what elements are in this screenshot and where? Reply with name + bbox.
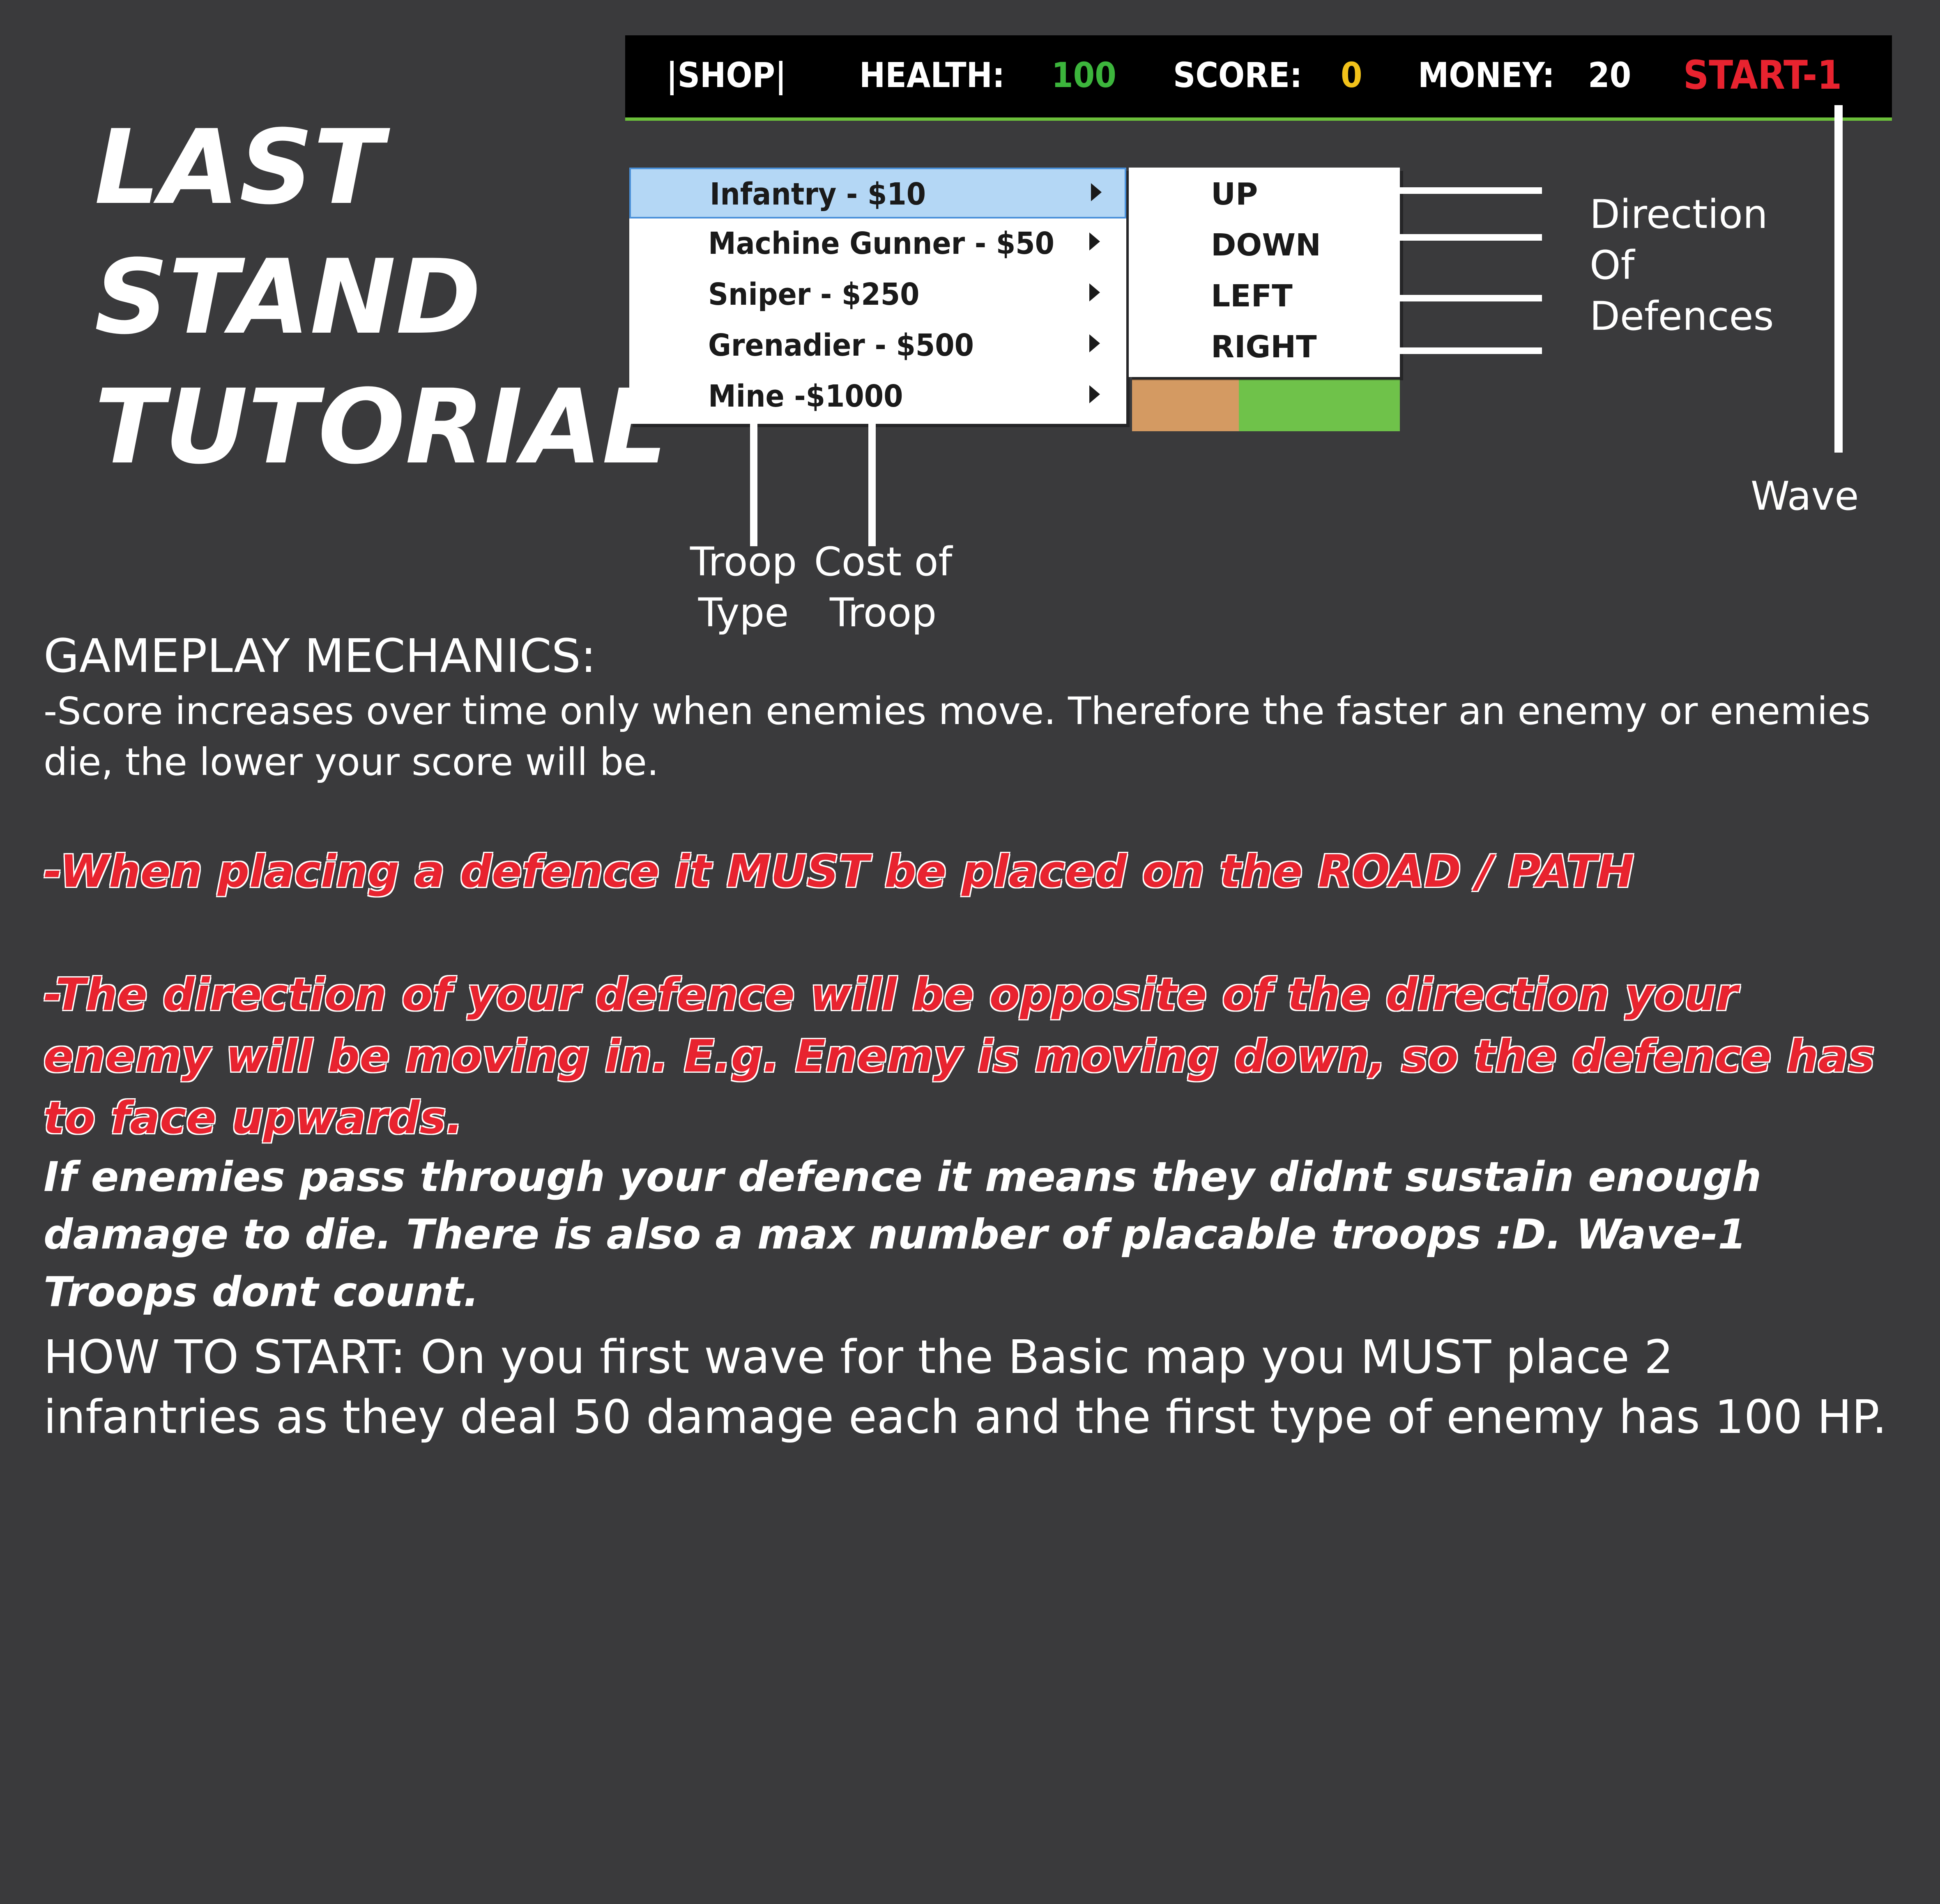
- connector-line: [1400, 295, 1542, 301]
- connector-line: [1400, 347, 1542, 354]
- hud-bar: |SHOP| HEALTH: 100 SCORE: 0 MONEY: 20 ST…: [625, 35, 1892, 121]
- menu-item-machine-gunner[interactable]: Machine Gunner - $50: [629, 218, 1126, 269]
- health-value: 100: [1052, 55, 1116, 95]
- submenu-arrow-icon: [1091, 183, 1102, 201]
- score-label: SCORE:: [1173, 55, 1303, 95]
- menu-item-label: Sniper - $250: [708, 277, 920, 312]
- health-label: HEALTH:: [859, 55, 1005, 95]
- wave-annotation: Wave: [1751, 473, 1859, 519]
- pass-through-note: If enemies pass through your defence it …: [44, 1153, 1762, 1316]
- start-wave-button[interactable]: START-1: [1683, 53, 1842, 98]
- troop-type-annotation: Troop Type: [682, 536, 805, 638]
- direction-annotation: Direction Of Defences: [1590, 189, 1774, 342]
- menu-item-label: Grenadier - $500: [708, 328, 974, 363]
- submenu-arrow-icon: [1089, 385, 1100, 403]
- annotation-line: Troop: [690, 539, 797, 585]
- connector-line: [1400, 234, 1542, 241]
- annotation-line: Of: [1590, 242, 1635, 288]
- title-line-2: STAND: [94, 237, 481, 357]
- title-line-1: LAST: [94, 108, 384, 227]
- how-to-start: HOW TO START: On you first wave for the …: [44, 1331, 1887, 1444]
- cost-annotation: Cost of Troop: [813, 536, 953, 638]
- direction-left[interactable]: LEFT: [1211, 278, 1293, 315]
- menu-item-label: Machine Gunner - $50: [708, 226, 1054, 261]
- money-label: MONEY:: [1418, 55, 1555, 95]
- connector-line: [868, 423, 876, 546]
- direction-submenu: UP DOWN LEFT RIGHT: [1129, 168, 1400, 377]
- direction-right[interactable]: RIGHT: [1211, 329, 1317, 366]
- connector-line: [1400, 187, 1542, 194]
- map-tile-dirt: [1132, 379, 1239, 431]
- score-note: -Score increases over time only when ene…: [44, 689, 1871, 784]
- score-value: 0: [1341, 55, 1362, 95]
- menu-item-mine[interactable]: Mine -$1000: [629, 371, 1126, 422]
- annotation-line: Type: [698, 590, 789, 636]
- tutorial-title: LAST STAND TUTORIAL: [94, 103, 667, 492]
- shop-button[interactable]: |SHOP|: [666, 53, 787, 98]
- annotation-line: Troop: [829, 590, 937, 636]
- submenu-arrow-icon: [1089, 334, 1100, 352]
- annotation-line: Defences: [1590, 293, 1774, 339]
- menu-item-grenadier[interactable]: Grenadier - $500: [629, 320, 1126, 371]
- annotation-line: Direction: [1590, 191, 1768, 237]
- menu-item-sniper[interactable]: Sniper - $250: [629, 269, 1126, 320]
- connector-line: [750, 423, 757, 546]
- mechanics-heading: GAMEPLAY MECHANICS:: [44, 630, 596, 683]
- annotation-line: Cost of: [814, 539, 953, 585]
- connector-line: [1834, 105, 1843, 453]
- shop-menu: Infantry - $10 Machine Gunner - $50 Snip…: [629, 168, 1126, 424]
- menu-item-infantry[interactable]: Infantry - $10: [629, 168, 1126, 218]
- placement-rule: -When placing a defence it MUST be place…: [44, 846, 1634, 897]
- direction-down[interactable]: DOWN: [1211, 227, 1321, 264]
- direction-up[interactable]: UP: [1211, 176, 1258, 213]
- title-line-3: TUTORIAL: [94, 367, 667, 487]
- submenu-arrow-icon: [1089, 232, 1100, 251]
- direction-rule: -The direction of your defence will be o…: [44, 969, 1875, 1144]
- menu-item-label: Mine -$1000: [708, 379, 903, 414]
- map-tile-grass: [1239, 379, 1400, 431]
- menu-item-label: Infantry - $10: [710, 177, 926, 212]
- submenu-arrow-icon: [1089, 283, 1100, 301]
- money-value: 20: [1588, 55, 1632, 95]
